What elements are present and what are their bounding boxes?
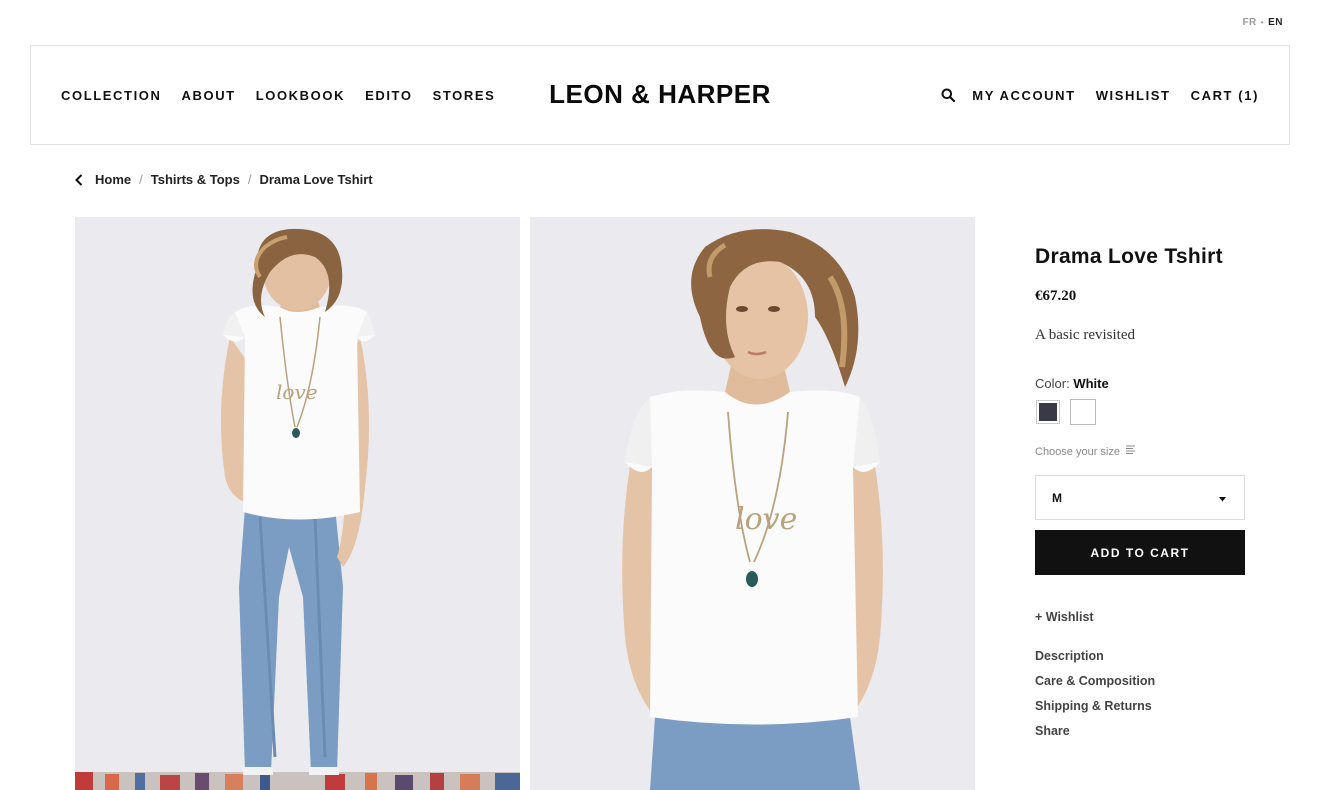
product-details-sections: Description Care & Composition Shipping … xyxy=(1035,649,1245,738)
model-full-illustration: love xyxy=(75,217,520,790)
color-value: White xyxy=(1073,376,1109,391)
caret-down-icon xyxy=(1219,491,1226,505)
lang-separator: • xyxy=(1260,18,1265,27)
breadcrumb: Home / Tshirts & Tops / Drama Love Tshir… xyxy=(75,172,373,187)
section-description[interactable]: Description xyxy=(1035,649,1245,663)
breadcrumb-home[interactable]: Home xyxy=(95,172,131,187)
lang-en[interactable]: EN xyxy=(1268,17,1283,28)
section-share[interactable]: Share xyxy=(1035,724,1245,738)
size-select[interactable]: M xyxy=(1035,475,1245,520)
main-nav: COLLECTION ABOUT LOOKBOOK EDITO STORES xyxy=(61,88,495,103)
product-tagline: A basic revisited xyxy=(1035,327,1135,343)
size-guide-link[interactable]: Choose your size xyxy=(1035,445,1245,458)
breadcrumb-current: Drama Love Tshirt xyxy=(259,172,373,187)
nav-lookbook[interactable]: LOOKBOOK xyxy=(256,88,345,103)
nav-edito[interactable]: EDITO xyxy=(365,88,413,103)
nav-about[interactable]: ABOUT xyxy=(182,88,236,103)
svg-text:love: love xyxy=(735,502,797,537)
color-selector-label: Color: White xyxy=(1035,376,1245,391)
product-price: €67.20 xyxy=(1035,288,1077,304)
add-to-wishlist-link[interactable]: + Wishlist xyxy=(1035,610,1245,624)
product-photo-full[interactable]: love xyxy=(75,217,520,790)
color-label: Color: xyxy=(1035,376,1070,391)
add-to-cart-button[interactable]: ADD TO CART xyxy=(1035,530,1245,575)
size-select-value: M xyxy=(1052,490,1062,505)
section-care-composition[interactable]: Care & Composition xyxy=(1035,674,1245,688)
language-switcher: FR • EN xyxy=(1242,17,1283,28)
color-swatches xyxy=(1035,399,1245,425)
product-info-panel: Drama Love Tshirt €67.20 A basic revisit… xyxy=(1035,245,1245,738)
size-guide-label: Choose your size xyxy=(1035,445,1120,458)
nav-wishlist[interactable]: WISHLIST xyxy=(1096,88,1171,103)
swatch-dark[interactable] xyxy=(1036,400,1060,424)
size-guide-icon xyxy=(1126,445,1136,458)
breadcrumb-category[interactable]: Tshirts & Tops xyxy=(151,172,240,187)
nav-collection[interactable]: COLLECTION xyxy=(61,88,162,103)
svg-text:love: love xyxy=(276,380,318,404)
swatch-white[interactable] xyxy=(1070,399,1096,425)
lang-fr[interactable]: FR xyxy=(1242,17,1256,28)
breadcrumb-separator: / xyxy=(139,172,143,187)
nav-my-account[interactable]: MY ACCOUNT xyxy=(972,88,1075,103)
nav-cart[interactable]: CART (1) xyxy=(1191,88,1259,103)
account-nav: MY ACCOUNT WISHLIST CART (1) xyxy=(940,87,1259,103)
site-header: COLLECTION ABOUT LOOKBOOK EDITO STORES L… xyxy=(30,45,1290,145)
product-title: Drama Love Tshirt xyxy=(1035,245,1223,268)
model-closeup-illustration: love xyxy=(530,217,975,790)
section-shipping-returns[interactable]: Shipping & Returns xyxy=(1035,699,1245,713)
nav-stores[interactable]: STORES xyxy=(433,88,496,103)
site-logo[interactable]: LEON & HARPER xyxy=(549,79,771,109)
breadcrumb-separator: / xyxy=(247,172,252,187)
chevron-left-icon[interactable] xyxy=(75,173,87,187)
product-photo-closeup[interactable]: love xyxy=(530,217,975,790)
search-icon[interactable] xyxy=(940,87,956,103)
